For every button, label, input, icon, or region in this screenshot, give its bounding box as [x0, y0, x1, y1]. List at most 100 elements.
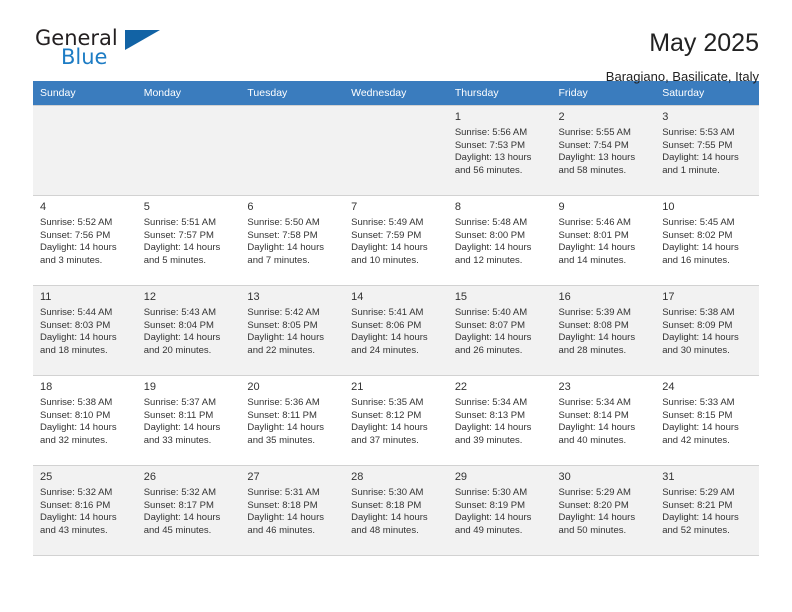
sunset-text: Sunset: 8:17 PM: [143, 499, 214, 511]
calendar-day-cell-25[interactable]: 25 Sunrise: 5:32 AM Sunset: 8:16 PM Dayligh…: [33, 465, 137, 555]
day-info: Sunrise: 5:34 AM Sunset: 8:13 PM Daylight:…: [455, 397, 546, 447]
calendar-day-cell-13[interactable]: 13 Sunrise: 5:42 AM Sunset: 8:05 PM Dayligh…: [240, 285, 345, 375]
calendar-day-cell-30[interactable]: 30 Sunrise: 5:29 AM Sunset: 8:20 PM Dayligh…: [551, 465, 656, 555]
calendar-day-cell-empty: [33, 105, 137, 195]
calendar-day-cell-23[interactable]: 23 Sunrise: 5:34 AM Sunset: 8:14 PM Dayligh…: [551, 375, 656, 465]
sunset-text: Sunset: 7:53 PM: [454, 139, 526, 151]
calendar-day-cell-24[interactable]: 24 Sunrise: 5:33 AM Sunset: 8:15 PM Dayligh…: [655, 375, 759, 465]
daylight-text: Daylight: 14 hours and 16 minutes.: [662, 242, 739, 266]
day-info: Sunrise: 5:50 AM Sunset: 7:58 PM Daylight:…: [247, 217, 338, 267]
sunrise-text: Sunrise: 5:43 AM: [143, 307, 217, 318]
day-info: Sunrise: 5:32 AM Sunset: 8:16 PM Daylight:…: [40, 487, 131, 537]
sunrise-text: Sunrise: 5:53 AM: [662, 127, 735, 138]
daylight-text: Daylight: 14 hours and 39 minutes.: [454, 422, 532, 446]
weekday-header-sunday: Sunday: [33, 81, 137, 105]
calendar-day-cell-22[interactable]: 22 Sunrise: 5:34 AM Sunset: 8:13 PM Dayligh…: [447, 375, 552, 465]
daylight-text: Daylight: 14 hours and 5 minutes.: [143, 242, 221, 266]
calendar-day-cell-5[interactable]: 5 Sunrise: 5:51 AM Sunset: 7:57 PM Daylight…: [136, 195, 241, 285]
day-info: Sunrise: 5:29 AM Sunset: 8:20 PM Daylight:…: [559, 487, 650, 537]
day-number: 4: [40, 201, 47, 213]
logo-triangle-icon: [125, 30, 160, 50]
calendar-day-cell-3[interactable]: 3 Sunrise: 5:53 AM Sunset: 7:55 PM Daylight…: [655, 105, 759, 195]
sunset-text: Sunset: 8:12 PM: [351, 409, 422, 421]
sunrise-text: Sunrise: 5:50 AM: [247, 217, 320, 228]
calendar-bottom-rule: [33, 555, 759, 556]
calendar-day-cell-9[interactable]: 9 Sunrise: 5:46 AM Sunset: 8:01 PM Daylight…: [551, 195, 656, 285]
day-info: Sunrise: 5:49 AM Sunset: 7:59 PM Daylight:…: [351, 217, 442, 267]
day-info: Sunrise: 5:30 AM Sunset: 8:19 PM Daylight:…: [455, 487, 546, 537]
calendar-day-cell-2[interactable]: 2 Sunrise: 5:55 AM Sunset: 7:54 PM Daylight…: [551, 105, 656, 195]
calendar-day-cell-19[interactable]: 19 Sunrise: 5:37 AM Sunset: 8:11 PM Dayligh…: [136, 375, 241, 465]
daylight-text: Daylight: 14 hours and 43 minutes.: [40, 512, 117, 536]
daylight-text: Daylight: 14 hours and 50 minutes.: [558, 512, 636, 536]
sunset-text: Sunset: 8:18 PM: [247, 499, 318, 511]
day-number: 10: [662, 201, 675, 213]
day-number: 15: [454, 291, 468, 303]
day-info: Sunrise: 5:42 AM Sunset: 8:05 PM Daylight:…: [247, 307, 338, 357]
calendar-day-cell-29[interactable]: 29 Sunrise: 5:30 AM Sunset: 8:19 PM Dayligh…: [447, 465, 552, 555]
calendar-day-cell-1[interactable]: 1 Sunrise: 5:56 AM Sunset: 7:53 PM Daylight…: [447, 105, 552, 195]
sunset-text: Sunset: 8:11 PM: [247, 409, 317, 421]
calendar-day-cell-31[interactable]: 31 Sunrise: 5:29 AM Sunset: 8:21 PM Dayligh…: [655, 465, 759, 555]
calendar-day-cell-21[interactable]: 21 Sunrise: 5:35 AM Sunset: 8:12 PM Dayligh…: [344, 375, 448, 465]
daylight-text: Daylight: 14 hours and 30 minutes.: [662, 332, 739, 356]
day-info: Sunrise: 5:30 AM Sunset: 8:18 PM Daylight:…: [351, 487, 442, 537]
calendar-day-cell-16[interactable]: 16 Sunrise: 5:39 AM Sunset: 8:08 PM Dayligh…: [551, 285, 656, 375]
calendar-day-cell-17[interactable]: 17 Sunrise: 5:38 AM Sunset: 8:09 PM Dayligh…: [655, 285, 759, 375]
day-info: Sunrise: 5:53 AM Sunset: 7:55 PM Daylight:…: [662, 127, 753, 177]
day-number: 27: [247, 471, 260, 483]
calendar-day-cell-18[interactable]: 18 Sunrise: 5:38 AM Sunset: 8:10 PM Dayligh…: [33, 375, 137, 465]
calendar-day-cell-15[interactable]: 15 Sunrise: 5:40 AM Sunset: 8:07 PM Dayligh…: [447, 285, 552, 375]
general-blue-logo[interactable]: General Blue: [33, 26, 163, 74]
calendar-day-cell-4[interactable]: 4 Sunrise: 5:52 AM Sunset: 7:56 PM Daylight…: [33, 195, 137, 285]
daylight-text: Daylight: 14 hours and 24 minutes.: [351, 332, 428, 356]
day-info: Sunrise: 5:34 AM Sunset: 8:14 PM Daylight:…: [559, 397, 650, 447]
daylight-text: Daylight: 14 hours and 33 minutes.: [143, 422, 221, 446]
sunrise-text: Sunrise: 5:38 AM: [40, 397, 113, 408]
calendar-day-cell-27[interactable]: 27 Sunrise: 5:31 AM Sunset: 8:18 PM Dayligh…: [240, 465, 345, 555]
calendar-day-cell-11[interactable]: 11 Sunrise: 5:44 AM Sunset: 8:03 PM Dayligh…: [33, 285, 137, 375]
day-number: 7: [351, 201, 358, 213]
sunrise-text: Sunrise: 5:38 AM: [662, 307, 735, 318]
calendar-day-cell-12[interactable]: 12 Sunrise: 5:43 AM Sunset: 8:04 PM Dayligh…: [136, 285, 241, 375]
daylight-text: Daylight: 14 hours and 18 minutes.: [40, 332, 117, 356]
day-info: Sunrise: 5:52 AM Sunset: 7:56 PM Daylight:…: [40, 217, 131, 267]
calendar-day-cell-10[interactable]: 10 Sunrise: 5:45 AM Sunset: 8:02 PM Dayligh…: [655, 195, 759, 285]
calendar-day-cell-empty: [344, 105, 448, 195]
sunrise-text: Sunrise: 5:48 AM: [454, 217, 528, 228]
sunrise-text: Sunrise: 5:33 AM: [662, 397, 735, 408]
day-number: 21: [351, 381, 364, 393]
day-info: Sunrise: 5:55 AM Sunset: 7:54 PM Daylight:…: [559, 127, 650, 177]
sunset-text: Sunset: 7:57 PM: [143, 229, 214, 241]
sunrise-text: Sunrise: 5:45 AM: [662, 217, 735, 228]
day-info: Sunrise: 5:56 AM Sunset: 7:53 PM Daylight:…: [455, 127, 546, 177]
daylight-text: Daylight: 14 hours and 48 minutes.: [351, 512, 428, 536]
daylight-text: Daylight: 14 hours and 40 minutes.: [558, 422, 636, 446]
daylight-text: Daylight: 14 hours and 37 minutes.: [351, 422, 428, 446]
sunset-text: Sunset: 7:59 PM: [351, 229, 422, 241]
calendar-day-cell-8[interactable]: 8 Sunrise: 5:48 AM Sunset: 8:00 PM Daylight…: [447, 195, 552, 285]
day-number: 29: [454, 471, 468, 483]
sunrise-text: Sunrise: 5:39 AM: [558, 307, 631, 318]
day-info: Sunrise: 5:45 AM Sunset: 8:02 PM Daylight:…: [662, 217, 753, 267]
day-number: 6: [247, 201, 254, 213]
day-number: 17: [662, 291, 675, 303]
day-number: 13: [247, 291, 260, 303]
daylight-text: Daylight: 14 hours and 45 minutes.: [143, 512, 221, 536]
calendar-day-cell-7[interactable]: 7 Sunrise: 5:49 AM Sunset: 7:59 PM Daylight…: [344, 195, 448, 285]
calendar-day-cell-20[interactable]: 20 Sunrise: 5:36 AM Sunset: 8:11 PM Dayligh…: [240, 375, 345, 465]
calendar-week-row: 11 Sunrise: 5:44 AM Sunset: 8:03 PM Dayligh…: [33, 285, 759, 375]
daylight-text: Daylight: 14 hours and 3 minutes.: [40, 242, 117, 266]
sunrise-text: Sunrise: 5:30 AM: [454, 487, 528, 498]
sunrise-text: Sunrise: 5:52 AM: [40, 217, 113, 228]
calendar-day-cell-28[interactable]: 28 Sunrise: 5:30 AM Sunset: 8:18 PM Dayligh…: [344, 465, 448, 555]
daylight-text: Daylight: 14 hours and 10 minutes.: [351, 242, 428, 266]
daylight-text: Daylight: 14 hours and 20 minutes.: [143, 332, 221, 356]
calendar-day-cell-14[interactable]: 14 Sunrise: 5:41 AM Sunset: 8:06 PM Dayligh…: [344, 285, 448, 375]
daylight-text: Daylight: 13 hours and 56 minutes.: [454, 152, 532, 176]
daylight-text: Daylight: 13 hours and 58 minutes.: [558, 152, 636, 176]
calendar-day-cell-6[interactable]: 6 Sunrise: 5:50 AM Sunset: 7:58 PM Daylight…: [240, 195, 345, 285]
day-info: Sunrise: 5:37 AM Sunset: 8:11 PM Daylight:…: [144, 397, 235, 447]
sunrise-text: Sunrise: 5:46 AM: [558, 217, 631, 228]
calendar-day-cell-26[interactable]: 26 Sunrise: 5:32 AM Sunset: 8:17 PM Dayligh…: [136, 465, 241, 555]
